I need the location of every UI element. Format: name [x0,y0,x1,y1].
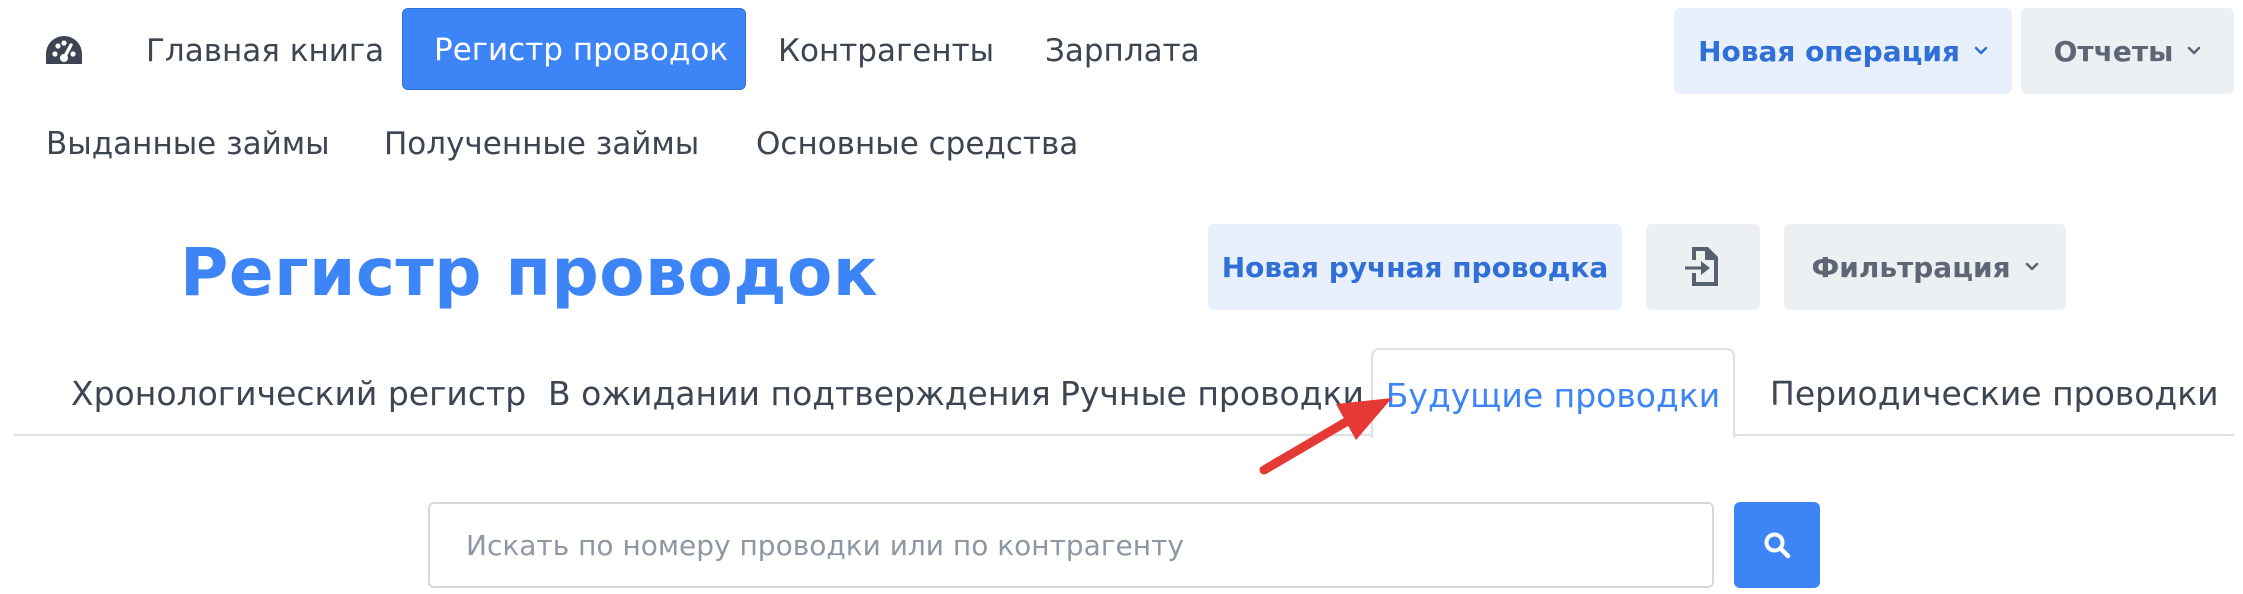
file-import-icon [1685,247,1718,286]
nav-link-general-ledger[interactable]: Главная книга [146,10,384,92]
new-manual-entry-button[interactable]: Новая ручная проводка [1208,224,1622,310]
nav-link-received-loans[interactable]: Полученные займы [384,103,699,185]
import-button[interactable] [1646,224,1760,310]
tab-chronological-register[interactable]: Хронологический регистр [71,348,526,436]
nav-link-entries-register[interactable]: Регистр проводок [402,8,746,90]
search-input[interactable] [428,502,1714,588]
nav-link-counterparties[interactable]: Контрагенты [778,10,994,92]
chevron-down-icon [1974,46,1988,55]
dashboard-gauge-icon[interactable] [44,34,84,68]
reports-label: Отчеты [2053,34,2174,68]
tab-future-entries[interactable]: Будущие проводки [1371,348,1735,438]
nav-link-salary[interactable]: Зарплата [1045,10,1200,92]
chevron-down-icon [2025,262,2038,271]
nav-link-fixed-assets[interactable]: Основные средства [756,103,1078,185]
search-button[interactable] [1734,502,1820,588]
tab-periodic-entries[interactable]: Периодические проводки [1770,348,2219,436]
reports-button[interactable]: Отчеты [2021,8,2234,94]
new-manual-entry-label: Новая ручная проводка [1221,250,1609,284]
new-operation-button[interactable]: Новая операция [1674,8,2012,94]
new-operation-label: Новая операция [1698,34,1960,68]
filter-label: Фильтрация [1811,250,2011,284]
chevron-down-icon [2188,46,2201,55]
filter-button[interactable]: Фильтрация [1784,224,2066,310]
page-title: Регистр проводок [180,234,879,311]
search-icon [1764,532,1791,559]
tab-pending-confirmation[interactable]: В ожидании подтверждения [548,348,1051,436]
annotation-arrow [1259,398,1392,475]
nav-link-issued-loans[interactable]: Выданные займы [46,103,330,185]
